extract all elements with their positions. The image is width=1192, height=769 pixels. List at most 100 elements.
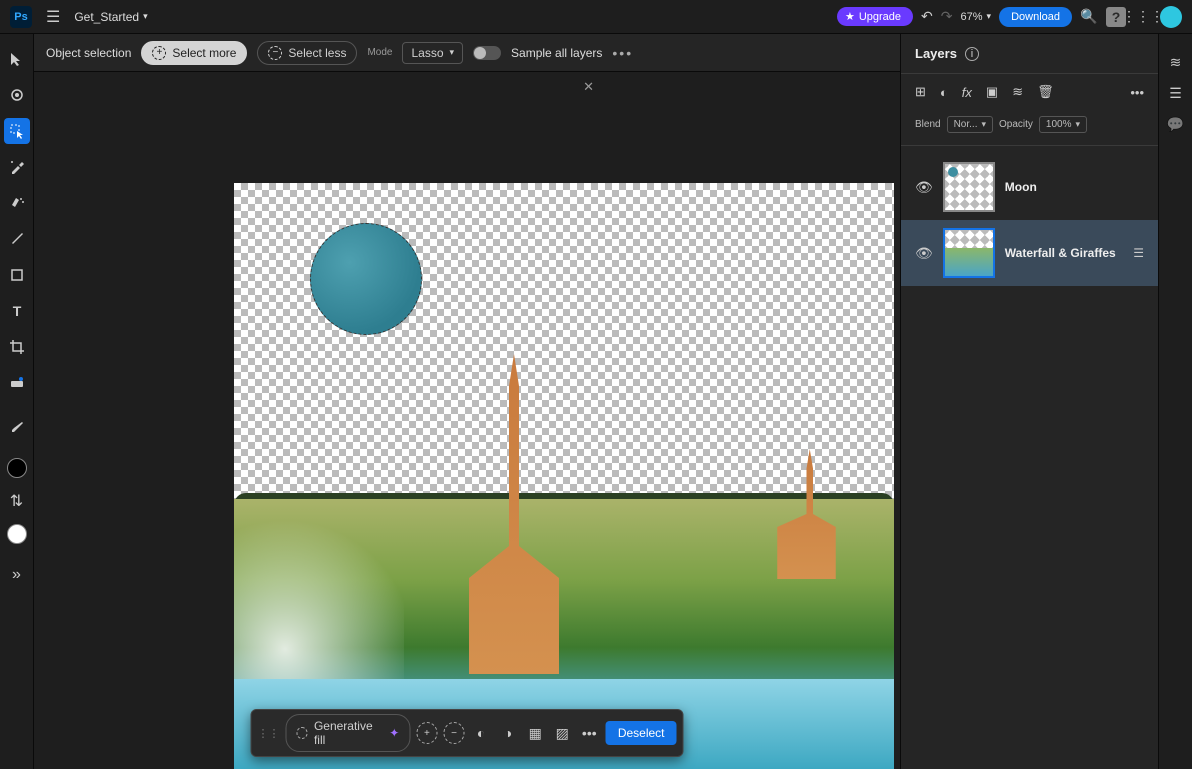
crop-tool[interactable] <box>4 334 30 360</box>
sparkle-icon: ✦ <box>389 726 399 740</box>
layers-list: 👁 Moon 👁 Waterfall & Giraffes ☰ <box>901 146 1158 769</box>
document-title-text: Get_Started <box>74 10 139 24</box>
expand-selection-icon[interactable]: + <box>416 722 437 744</box>
opacity-value: 100% <box>1046 119 1072 130</box>
document-canvas[interactable] <box>234 183 894 769</box>
drag-handle-icon[interactable]: ⋮⋮ <box>258 727 280 740</box>
layer-name-text: Waterfall & Giraffes <box>1005 246 1123 260</box>
star-icon: ★ <box>845 10 855 23</box>
user-avatar[interactable] <box>1160 6 1182 28</box>
select-less-button[interactable]: − Select less <box>257 41 357 65</box>
mask-icon[interactable]: ◐ <box>471 722 492 744</box>
select-more-icon: + <box>152 46 166 60</box>
object-selection-tool[interactable] <box>4 118 30 144</box>
chevron-down-icon: ▾ <box>143 11 148 22</box>
select-more-label: Select more <box>172 46 236 60</box>
layers-panel-title: Layers <box>915 46 957 61</box>
more-tools-icon[interactable]: » <box>4 562 30 588</box>
redo-button[interactable]: ↷ <box>941 8 953 25</box>
fill-icon[interactable]: ▦ <box>525 722 546 744</box>
quick-brush-tool[interactable] <box>4 154 30 180</box>
layers-tab-icon[interactable]: ≋ <box>1170 54 1182 71</box>
layer-visibility-icon[interactable]: 👁 <box>915 245 933 262</box>
adjustment-layer-icon[interactable]: ◑ <box>498 722 519 744</box>
layers-panel-header: Layers i <box>901 34 1158 74</box>
text-tool[interactable]: T <box>4 298 30 324</box>
genfill-label: Generative fill <box>314 719 383 747</box>
undo-button[interactable]: ↶ <box>921 8 933 25</box>
taskbar-more-icon[interactable]: ••• <box>579 722 600 744</box>
mode-label: Mode <box>367 47 392 58</box>
contextual-task-bar: ⋮⋮ Generative fill ✦ + − ◐ ◑ ▦ ▨ ••• Des… <box>251 709 684 757</box>
tool-name-label: Object selection <box>46 46 131 60</box>
foreground-color-swatch[interactable] <box>7 458 27 478</box>
layer-fx-icon[interactable]: fx <box>962 85 972 100</box>
layers-info-icon[interactable]: i <box>965 47 979 61</box>
contract-selection-icon[interactable]: − <box>443 722 464 744</box>
properties-tab-icon[interactable]: ☰ <box>1169 85 1182 102</box>
genfill-circle-icon <box>297 727 308 739</box>
move-tool[interactable] <box>4 46 30 72</box>
select-more-button[interactable]: + Select more <box>141 41 247 65</box>
blend-label: Blend <box>915 119 941 130</box>
upgrade-button[interactable]: ★ Upgrade <box>837 7 913 26</box>
layer-actions-row: ⊞ ◐ fx ▣ ≋ 🗑 ••• <box>901 74 1158 110</box>
brush-tool[interactable] <box>4 226 30 252</box>
mode-dropdown[interactable]: Lasso ▾ <box>402 42 463 64</box>
zoom-value: 67% <box>961 11 983 23</box>
layer-thumb-moon[interactable] <box>943 162 995 212</box>
swap-colors-icon[interactable]: ⇅ <box>4 488 30 514</box>
app-logo[interactable]: Ps <box>10 6 32 28</box>
right-side-strip: ≋ ☰ 💬 <box>1158 34 1192 769</box>
mode-value: Lasso <box>411 46 443 60</box>
layer-more-icon[interactable]: ••• <box>1130 85 1144 100</box>
eyedropper-tool[interactable] <box>4 414 30 440</box>
layer-visibility-icon[interactable]: 👁 <box>915 179 933 196</box>
zoom-dropdown[interactable]: 67% ▾ <box>961 11 992 23</box>
generative-fill-button[interactable]: Generative fill ✦ <box>286 714 411 752</box>
hamburger-menu-icon[interactable]: ☰ <box>46 7 60 27</box>
layer-stack-icon[interactable]: ≋ <box>1012 84 1023 100</box>
adjustments-tool[interactable] <box>4 370 30 396</box>
select-less-label: Select less <box>288 46 346 60</box>
blend-value: Nor... <box>954 119 978 130</box>
blend-opacity-row: Blend Nor... ▾ Opacity 100% ▾ <box>901 110 1158 146</box>
deselect-button[interactable]: Deselect <box>606 721 677 745</box>
search-icon[interactable]: 🔍 <box>1080 8 1098 26</box>
document-title-dropdown[interactable]: Get_Started ▾ <box>74 10 147 24</box>
canvas-area: Object selection + Select more − Select … <box>34 34 900 769</box>
upgrade-label: Upgrade <box>859 11 901 23</box>
download-button[interactable]: Download <box>999 7 1072 27</box>
moon-selection <box>310 223 422 335</box>
layer-mask-icon[interactable]: ▣ <box>986 84 998 100</box>
sample-all-label: Sample all layers <box>511 46 602 60</box>
layer-thumb-waterfall[interactable] <box>943 228 995 278</box>
comments-tab-icon[interactable]: 💬 <box>1167 116 1184 133</box>
layer-row-moon[interactable]: 👁 Moon <box>901 154 1158 220</box>
gradient-icon[interactable]: ▨ <box>552 722 573 744</box>
sample-all-layers-toggle[interactable] <box>473 46 501 60</box>
blend-mode-dropdown[interactable]: Nor... ▾ <box>947 116 993 133</box>
left-toolbar: T ⇅ » <box>0 34 34 769</box>
layer-adjust-icon[interactable]: ◐ <box>940 85 948 100</box>
chevron-down-icon: ▾ <box>987 11 992 22</box>
layer-row-waterfall-giraffes[interactable]: 👁 Waterfall & Giraffes ☰ <box>901 220 1158 286</box>
add-layer-icon[interactable]: ⊞ <box>915 84 926 100</box>
opacity-label: Opacity <box>999 119 1033 130</box>
apps-grid-icon[interactable]: ⋮⋮⋮ <box>1134 8 1152 26</box>
transform-tool[interactable] <box>4 82 30 108</box>
layer-properties-icon[interactable]: ☰ <box>1133 246 1144 260</box>
options-bar: Object selection + Select more − Select … <box>34 34 900 72</box>
svg-text:T: T <box>12 303 21 319</box>
opacity-dropdown[interactable]: 100% ▾ <box>1039 116 1087 133</box>
top-menu-bar: Ps ☰ Get_Started ▾ ★ Upgrade ↶ ↷ 67% ▾ D… <box>0 0 1192 34</box>
remove-tool[interactable] <box>4 190 30 216</box>
shape-tool[interactable] <box>4 262 30 288</box>
more-options-icon[interactable]: ••• <box>612 45 633 61</box>
layers-panel: Layers i ⊞ ◐ fx ▣ ≋ 🗑 ••• Blend Nor... ▾… <box>900 34 1158 769</box>
delete-layer-icon[interactable]: 🗑 <box>1037 84 1054 100</box>
background-color-swatch[interactable] <box>7 524 27 544</box>
close-options-icon[interactable]: ✕ <box>583 79 594 95</box>
chevron-down-icon: ▾ <box>1076 119 1081 130</box>
select-less-icon: − <box>268 46 282 60</box>
